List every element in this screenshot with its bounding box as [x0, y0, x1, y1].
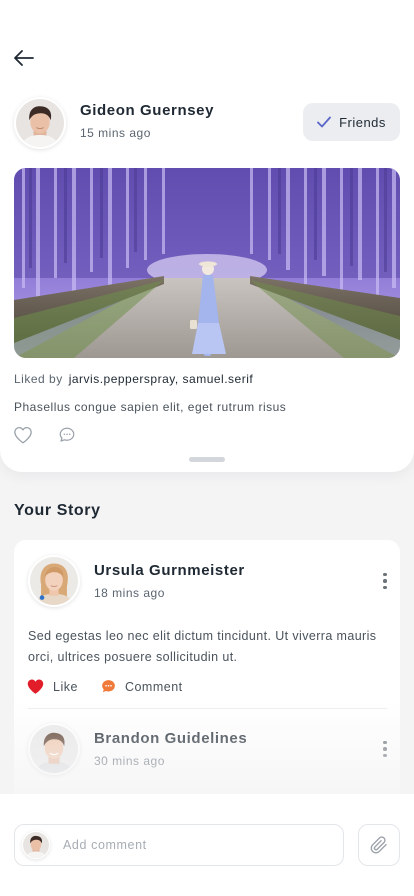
story-comment-label: Comment: [124, 679, 183, 694]
chat-bubble-icon: [59, 427, 75, 442]
arrow-left-icon: [14, 50, 34, 66]
liked-by-row: Liked by jarvis.pepperspray, samuel.serif: [14, 372, 253, 386]
like-button[interactable]: [12, 425, 34, 445]
story-avatar-ursula[interactable]: [28, 555, 80, 607]
liked-by-label: Liked by: [14, 372, 63, 386]
story-text: Sed egestas leo nec elit dictum tincidun…: [28, 629, 377, 664]
story-timestamp: 30 mins ago: [94, 754, 165, 768]
liked-by-users[interactable]: jarvis.pepperspray, samuel.serif: [69, 372, 254, 386]
comment-input[interactable]: [63, 825, 333, 865]
heart-icon: [14, 426, 32, 444]
post-timestamp: 15 mins ago: [80, 126, 151, 140]
section-title-your-story: Your Story: [14, 502, 101, 519]
post-sheet: Gideon Guernsey 15 mins ago Friends Like…: [0, 0, 414, 472]
friends-button-label: Friends: [339, 114, 386, 130]
post-author-row: Gideon Guernsey 15 mins ago Friends: [14, 97, 400, 149]
story-timestamp: 18 mins ago: [94, 586, 165, 600]
sheet-drag-handle[interactable]: [189, 457, 225, 462]
chat-bubble-icon: [102, 680, 115, 693]
comment-bar: [0, 794, 414, 896]
story-author-name[interactable]: Brandon Guidelines: [94, 730, 247, 747]
friends-button[interactable]: Friends: [303, 103, 400, 141]
story-avatar-brandon[interactable]: [28, 723, 80, 775]
story-like-button[interactable]: Like: [26, 678, 78, 695]
story-author-name[interactable]: Ursula Gurnmeister: [94, 562, 245, 579]
post-photo[interactable]: [14, 168, 400, 358]
more-vertical-icon[interactable]: [378, 569, 392, 593]
story-like-label: Like: [53, 679, 78, 694]
attach-button[interactable]: [358, 824, 400, 866]
story-actions: Like Comment: [26, 678, 183, 695]
current-user-avatar: [22, 831, 50, 859]
story-divider: [28, 708, 387, 709]
more-vertical-icon[interactable]: [378, 737, 392, 761]
post-actions: [12, 425, 78, 445]
author-name[interactable]: Gideon Guernsey: [80, 102, 214, 119]
paperclip-icon: [370, 836, 387, 854]
check-icon: [317, 116, 331, 128]
comment-box: [14, 824, 344, 866]
post-caption: Phasellus congue sapien elit, eget rutru…: [14, 400, 287, 414]
story-comment-button[interactable]: Comment: [100, 678, 183, 695]
comment-button[interactable]: [56, 425, 78, 445]
back-button[interactable]: [10, 44, 38, 72]
author-avatar[interactable]: [14, 97, 66, 149]
heart-icon: [27, 679, 44, 694]
